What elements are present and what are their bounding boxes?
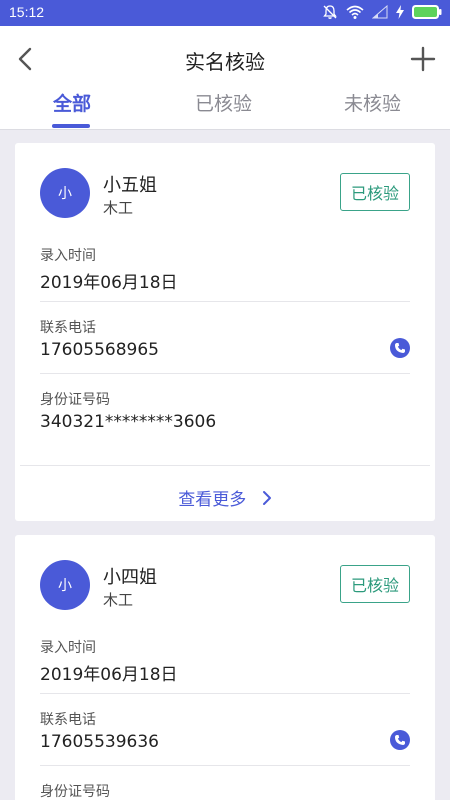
phone-label: 联系电话: [40, 712, 96, 728]
id-field: 身份证号码 340321********3606: [40, 389, 410, 432]
charging-icon: [396, 5, 404, 19]
id-label: 身份证号码: [40, 784, 110, 800]
divider: [40, 765, 410, 766]
worker-card[interactable]: 小 小四姐 木工 已核验 录入时间 2019年06月18日 联系电话 17605…: [15, 535, 435, 800]
status-badge: 已核验: [340, 173, 410, 211]
divider: [40, 693, 410, 694]
phone-field: 联系电话 17605568965: [40, 317, 410, 360]
status-badge: 已核验: [340, 565, 410, 603]
view-more-link[interactable]: 查看更多: [15, 485, 435, 510]
add-button[interactable]: [408, 44, 438, 74]
worker-role: 木工: [103, 591, 134, 609]
phone-field: 联系电话 17605539636: [40, 709, 410, 752]
phone-icon[interactable]: [390, 338, 410, 358]
plus-icon: [410, 46, 436, 72]
status-icons: [322, 4, 442, 20]
avatar: 小: [40, 560, 90, 610]
phone-value: 17605539636: [40, 732, 159, 752]
battery-icon: [412, 5, 442, 19]
status-time: 15:12: [9, 4, 45, 20]
entry-time-field: 录入时间 2019年06月18日: [40, 245, 410, 293]
entry-time-field: 录入时间 2019年06月18日: [40, 637, 410, 685]
tab-verified[interactable]: 已核验: [195, 89, 252, 116]
divider: [20, 465, 430, 466]
id-field: 身份证号码: [40, 781, 410, 800]
worker-name: 小四姐: [103, 567, 157, 588]
page-title: 实名核验: [185, 50, 265, 74]
id-value: 340321********3606: [40, 412, 217, 432]
divider: [40, 373, 410, 374]
status-bar: 15:12: [0, 0, 450, 26]
phone-value: 17605568965: [40, 340, 159, 360]
tab-bar: 全部 已核验 未核验: [0, 86, 450, 130]
phone-label: 联系电话: [40, 320, 96, 336]
tab-all[interactable]: 全部: [53, 89, 91, 116]
entry-time-value: 2019年06月18日: [40, 665, 178, 685]
tab-unverified[interactable]: 未核验: [344, 89, 401, 116]
divider: [40, 301, 410, 302]
avatar: 小: [40, 168, 90, 218]
wifi-icon: [346, 5, 364, 19]
worker-role: 木工: [103, 199, 134, 217]
id-label: 身份证号码: [40, 392, 110, 408]
tab-indicator: [52, 124, 90, 128]
signal-icon: [372, 5, 388, 19]
header-bar: 实名核验 全部 已核验 未核验: [0, 26, 450, 130]
entry-time-label: 录入时间: [40, 248, 96, 264]
entry-time-value: 2019年06月18日: [40, 273, 178, 293]
worker-card[interactable]: 小 小五姐 木工 已核验 录入时间 2019年06月18日 联系电话 17605…: [15, 143, 435, 521]
chevron-right-icon: [262, 490, 271, 505]
entry-time-label: 录入时间: [40, 640, 96, 656]
mute-bell-icon: [323, 5, 337, 19]
worker-name: 小五姐: [103, 175, 157, 196]
phone-icon[interactable]: [390, 730, 410, 750]
view-more-label: 查看更多: [178, 490, 247, 510]
